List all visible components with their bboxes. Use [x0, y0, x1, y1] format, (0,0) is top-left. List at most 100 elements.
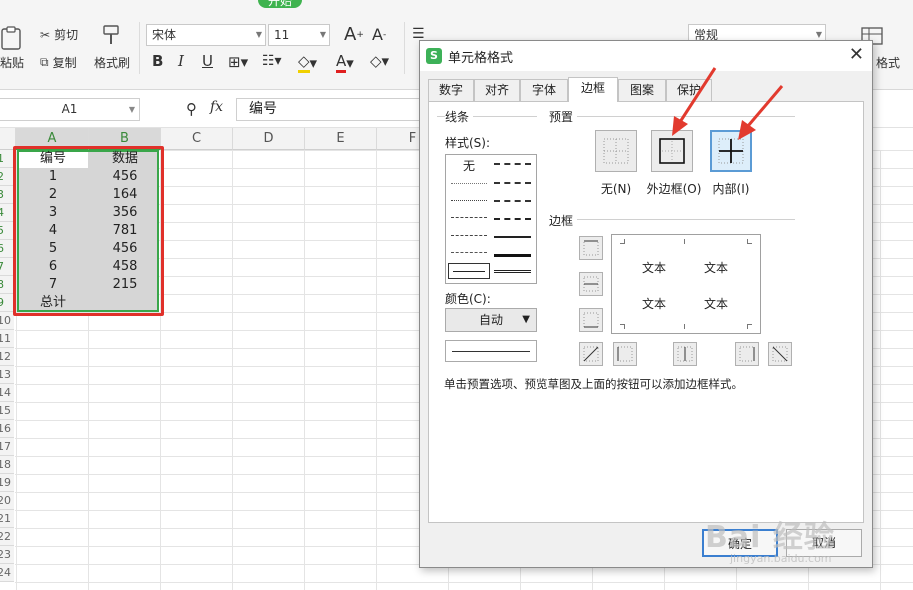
wps-logo-icon: S [426, 48, 442, 64]
preset-none-button[interactable] [595, 130, 637, 172]
border-diagonal-up-button[interactable] [579, 342, 603, 366]
preview-corner-mark [684, 239, 689, 244]
line-style-slant-dash[interactable] [494, 182, 531, 184]
menu-tab-home[interactable]: 开始 [258, 0, 303, 8]
row-header-23[interactable]: 23 [0, 546, 14, 564]
fill-color-icon[interactable]: ◇ ▾ [298, 52, 317, 73]
chevron-down-icon: ▼ [319, 30, 326, 39]
zoom-search-icon[interactable]: ⚲ [186, 100, 197, 118]
tab-number[interactable]: 数字 [428, 79, 474, 101]
row-header-18[interactable]: 18 [0, 456, 14, 474]
italic-icon[interactable]: I [178, 52, 184, 70]
font-size-select[interactable]: 11 ▼ [268, 24, 330, 46]
border-top-button[interactable] [579, 236, 603, 260]
copy-button[interactable]: ⧉ 复制 [40, 54, 77, 71]
row-header-12[interactable]: 12 [0, 348, 14, 366]
paste-button[interactable]: 粘贴 [0, 54, 24, 71]
ribbon-divider [139, 22, 140, 74]
line-style-none[interactable]: 无 [454, 157, 484, 174]
row-header-20[interactable]: 20 [0, 492, 14, 510]
formula-input[interactable]: 编号 [236, 98, 426, 121]
row-header-22[interactable]: 22 [0, 528, 14, 546]
preset-inside-icon [718, 138, 744, 164]
row-header-3[interactable]: 3 [0, 186, 14, 204]
row-header-5[interactable]: 5 [0, 222, 14, 240]
line-style-dotted[interactable] [451, 183, 487, 184]
tab-border[interactable]: 边框 [568, 77, 618, 102]
increase-font-icon[interactable]: A + [344, 24, 364, 45]
border-icon[interactable]: ⊞▾ [228, 53, 248, 71]
tab-protection[interactable]: 保护 [666, 79, 712, 101]
decrease-font-icon[interactable]: A- [372, 25, 386, 44]
tab-pattern[interactable]: 图案 [618, 79, 666, 101]
underline-icon[interactable]: U [202, 52, 213, 70]
row-header-13[interactable]: 13 [0, 366, 14, 384]
close-icon[interactable]: ✕ [849, 45, 864, 65]
border-right-button[interactable] [735, 342, 759, 366]
border-center-button[interactable] [673, 342, 697, 366]
border-bottom-button[interactable] [579, 308, 603, 332]
column-header-c[interactable]: C [161, 128, 233, 150]
cut-button[interactable]: ✂ 剪切 [40, 26, 78, 43]
row-header-2[interactable]: 2 [0, 168, 14, 186]
color-dropdown[interactable]: 自动 ▼ [445, 308, 537, 332]
row-header-15[interactable]: 15 [0, 402, 14, 420]
preview-text: 文本 [642, 297, 667, 311]
line-style-medium-dash[interactable] [494, 218, 531, 220]
column-header-d[interactable]: D [233, 128, 305, 150]
row-header-8[interactable]: 8 [0, 276, 14, 294]
line-style-dashed[interactable] [451, 252, 487, 253]
format-button[interactable]: 格式 [876, 54, 900, 71]
border-middle-button[interactable] [579, 272, 603, 296]
border-diagonal-down-button[interactable] [768, 342, 792, 366]
preview-corner-mark [747, 324, 752, 329]
font-name-select[interactable]: 宋体 ▼ [146, 24, 266, 46]
dialog-title-bar[interactable]: S 单元格格式 ✕ [420, 41, 872, 71]
line-style-list[interactable]: 无 [445, 154, 537, 284]
row-header-14[interactable]: 14 [0, 384, 14, 402]
preset-outline-button[interactable] [651, 130, 693, 172]
name-box[interactable]: A1 ▼ [0, 98, 140, 121]
row-header-9[interactable]: 9 [0, 294, 14, 312]
line-style-dash-dot[interactable] [451, 217, 487, 218]
line-style-hair[interactable] [451, 200, 487, 201]
line-style-selected[interactable] [448, 263, 490, 279]
preview-text: 文本 [704, 261, 729, 275]
row-header-21[interactable]: 21 [0, 510, 14, 528]
line-style-medium-dashed[interactable] [494, 200, 531, 202]
row-header-10[interactable]: 10 [0, 312, 14, 330]
format-painter-button[interactable]: 格式刷 [94, 54, 130, 71]
preview-text: 文本 [704, 297, 729, 311]
border-left-button[interactable] [613, 342, 637, 366]
tab-font[interactable]: 字体 [520, 79, 568, 101]
fx-icon[interactable]: fx [210, 99, 223, 115]
row-header-1[interactable]: 1 [0, 150, 14, 168]
row-header-6[interactable]: 6 [0, 240, 14, 258]
baidu-watermark-url: jingyan.baidu.com [730, 552, 832, 565]
border-preview-area[interactable]: 文本 文本 文本 文本 [611, 234, 761, 334]
clear-format-icon[interactable]: ◇▾ [370, 52, 389, 70]
line-style-dash-dot-dot[interactable] [451, 235, 487, 236]
preset-outline-icon [659, 138, 685, 164]
fill-pattern-icon[interactable]: ☷▾ [262, 53, 282, 69]
preset-inside-button[interactable] [710, 130, 752, 172]
bold-icon[interactable]: B [152, 52, 163, 70]
row-header-17[interactable]: 17 [0, 438, 14, 456]
row-header-16[interactable]: 16 [0, 420, 14, 438]
format-painter-icon[interactable] [100, 24, 122, 46]
line-style-double[interactable] [494, 270, 531, 274]
line-style-medium-dash-dot[interactable] [494, 163, 531, 165]
chevron-down-icon: ▼ [522, 314, 530, 325]
row-header-7[interactable]: 7 [0, 258, 14, 276]
line-style-thick[interactable] [494, 254, 531, 257]
row-header-24[interactable]: 24 [0, 564, 14, 582]
row-header-19[interactable]: 19 [0, 474, 14, 492]
preset-inside-label: 内部(I) [712, 182, 750, 196]
tab-alignment[interactable]: 对齐 [474, 79, 520, 101]
row-header-4[interactable]: 4 [0, 204, 14, 222]
row-header-11[interactable]: 11 [0, 330, 14, 348]
column-header-e[interactable]: E [305, 128, 377, 150]
line-style-medium[interactable] [494, 236, 531, 238]
paste-icon[interactable] [0, 26, 26, 52]
font-color-icon[interactable]: A ▾ [336, 52, 354, 73]
